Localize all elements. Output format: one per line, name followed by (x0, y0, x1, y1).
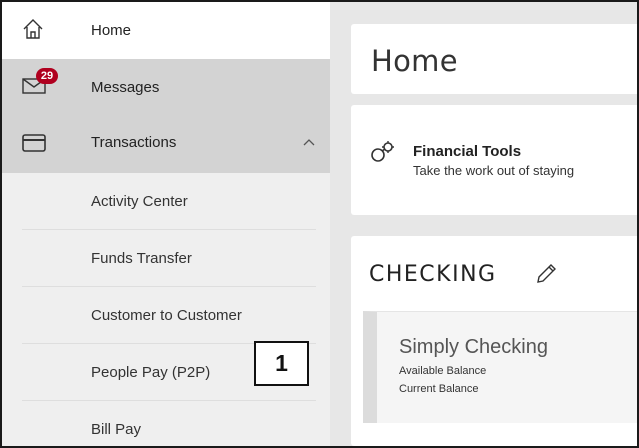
sidebar-subitem-label: Funds Transfer (91, 250, 192, 267)
chevron-up-icon[interactable] (300, 133, 318, 151)
sidebar: Home 29 Messages Transactions Activity C… (2, 2, 330, 446)
sidebar-subitem-activity-center[interactable]: Activity Center (2, 173, 330, 230)
sidebar-item-label: Messages (91, 79, 160, 96)
page-title: Home (371, 44, 458, 78)
sidebar-item-home[interactable]: Home (2, 2, 330, 59)
sidebar-item-transactions[interactable]: Transactions (2, 117, 330, 173)
card-icon (22, 134, 46, 156)
current-balance-label: Current Balance (399, 383, 479, 395)
sidebar-subitem-funds-transfer[interactable]: Funds Transfer (2, 230, 330, 287)
account-name: Simply Checking (399, 336, 548, 358)
messages-count-badge: 29 (36, 68, 58, 84)
sidebar-item-label: Transactions (91, 134, 177, 151)
sidebar-subitem-customer-to-customer[interactable]: Customer to Customer (2, 287, 330, 344)
annotation-callout: 1 (254, 341, 309, 386)
home-icon (22, 18, 44, 44)
pencil-icon[interactable] (533, 261, 559, 292)
sidebar-subitem-label: Bill Pay (91, 421, 142, 438)
available-balance-label: Available Balance (399, 365, 487, 377)
sidebar-subitem-bill-pay[interactable]: Bill Pay (2, 401, 330, 446)
financial-tools-description: Take the work out of staying (413, 163, 575, 178)
checking-section-title: CHECKING (369, 262, 497, 287)
checking-card: CHECKING Simply Checking Available Balan… (351, 236, 637, 446)
sidebar-subitem-label: People Pay (P2P) (91, 364, 211, 381)
app-window: Home 29 Messages Transactions Activity C… (0, 0, 639, 448)
financial-tools-card[interactable]: Financial Tools Take the work out of sta… (351, 105, 637, 215)
page-title-card: Home (351, 24, 637, 94)
main-content: Home Financial Tools Take the work out o… (330, 2, 637, 446)
sidebar-item-messages[interactable]: 29 Messages (2, 59, 330, 117)
tools-icon (369, 139, 397, 170)
account-tile-simply-checking[interactable]: Simply Checking Available Balance Curren… (363, 311, 637, 423)
sidebar-subitem-label: Customer to Customer (91, 307, 242, 324)
sidebar-subitem-label: Activity Center (91, 193, 188, 210)
financial-tools-title: Financial Tools (413, 143, 522, 160)
sidebar-item-label: Home (91, 22, 132, 39)
